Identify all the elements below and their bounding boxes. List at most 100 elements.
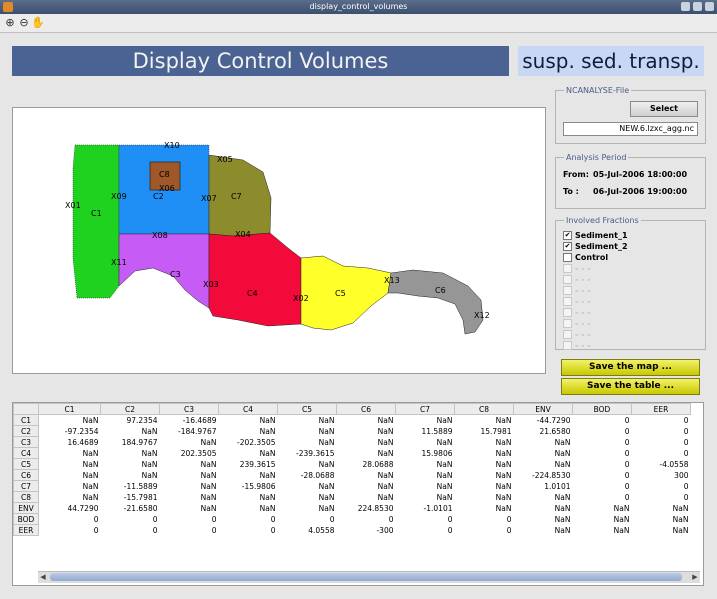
transport-table[interactable]: C1 C2 C3 C4 C5 C6 C7 C8 ENV BOD EER C1 NaN 97.2354 -1… xyxy=(12,402,704,586)
table-cell[interactable]: NaN xyxy=(573,503,632,514)
table-cell[interactable]: NaN xyxy=(514,492,573,503)
select-file-button[interactable]: Select xyxy=(630,101,698,117)
fraction-item[interactable]: - - - xyxy=(563,263,591,273)
fraction-checkbox[interactable] xyxy=(563,329,572,339)
table-cell[interactable]: 0 xyxy=(573,415,632,426)
table-cell[interactable]: 0 xyxy=(39,514,101,525)
table-cell[interactable]: 0 xyxy=(632,492,691,503)
table-cell[interactable]: NaN xyxy=(160,503,219,514)
table-cell[interactable]: NaN xyxy=(39,470,101,481)
map-cell-c3[interactable] xyxy=(118,233,210,309)
fraction-item[interactable]: ✔ Sediment_1 xyxy=(563,230,628,240)
table-cell[interactable]: NaN xyxy=(396,437,455,448)
table-cell[interactable]: NaN xyxy=(101,426,160,437)
table-cell[interactable]: NaN xyxy=(337,492,396,503)
table-cell[interactable]: 0 xyxy=(573,459,632,470)
table-cell[interactable]: NaN xyxy=(219,470,278,481)
fraction-checkbox[interactable] xyxy=(563,263,572,273)
fraction-item[interactable]: - - - xyxy=(563,274,591,284)
table-cell[interactable]: NaN xyxy=(39,459,101,470)
table-cell[interactable]: NaN xyxy=(278,481,337,492)
table-cell[interactable]: -44.7290 xyxy=(514,415,573,426)
table-cell[interactable]: -239.3615 xyxy=(278,448,337,459)
fraction-item[interactable]: - - - xyxy=(563,340,591,350)
table-cell[interactable]: 0 xyxy=(101,514,160,525)
table-cell[interactable]: 0 xyxy=(573,492,632,503)
map-cell-c1[interactable] xyxy=(72,144,120,299)
fraction-checkbox[interactable] xyxy=(563,274,572,284)
table-cell[interactable]: NaN xyxy=(396,470,455,481)
zoom-in-icon[interactable]: ⊕ xyxy=(3,16,17,30)
table-cell[interactable]: 15.9806 xyxy=(396,448,455,459)
table-cell[interactable]: NaN xyxy=(219,503,278,514)
table-cell[interactable]: -15.7981 xyxy=(101,492,160,503)
fraction-item[interactable]: ✔ Sediment_2 xyxy=(563,241,628,251)
scrollbar-thumb[interactable] xyxy=(50,573,682,581)
table-cell[interactable]: 239.3615 xyxy=(219,459,278,470)
table-cell[interactable]: 0 xyxy=(455,525,514,536)
table-cell[interactable]: 0 xyxy=(632,481,691,492)
fraction-checkbox[interactable]: ✔ xyxy=(563,241,572,251)
table-cell[interactable]: 0 xyxy=(573,437,632,448)
table-cell[interactable]: 0 xyxy=(219,514,278,525)
scroll-right-icon[interactable]: ▶ xyxy=(690,572,700,582)
table-cell[interactable]: NaN xyxy=(278,437,337,448)
fraction-item[interactable]: - - - xyxy=(563,285,591,295)
fraction-item[interactable]: - - - xyxy=(563,296,591,306)
table-cell[interactable]: NaN xyxy=(337,415,396,426)
table-cell[interactable]: 224.8530 xyxy=(337,503,396,514)
fraction-checkbox[interactable] xyxy=(563,252,572,262)
table-horizontal-scrollbar[interactable]: ◀ ▶ xyxy=(38,571,700,583)
fraction-checkbox[interactable] xyxy=(563,340,572,350)
map-cell-c4[interactable] xyxy=(208,232,302,327)
table-cell[interactable]: NaN xyxy=(514,525,573,536)
pan-hand-icon[interactable]: ✋ xyxy=(31,16,45,30)
table-cell[interactable]: 0 xyxy=(573,481,632,492)
table-cell[interactable]: NaN xyxy=(101,459,160,470)
table-cell[interactable]: NaN xyxy=(455,437,514,448)
table-cell[interactable]: NaN xyxy=(455,492,514,503)
table-cell[interactable]: NaN xyxy=(573,525,632,536)
save-table-button[interactable]: Save the table ... xyxy=(561,378,700,395)
table-cell[interactable]: NaN xyxy=(455,481,514,492)
table-cell[interactable]: 0 xyxy=(160,514,219,525)
table-cell[interactable]: 0 xyxy=(396,514,455,525)
table-cell[interactable]: NaN xyxy=(160,459,219,470)
table-cell[interactable]: -224.8530 xyxy=(514,470,573,481)
table-cell[interactable]: NaN xyxy=(632,525,691,536)
table-cell[interactable]: 0 xyxy=(632,426,691,437)
table-cell[interactable]: -21.6580 xyxy=(101,503,160,514)
table-cell[interactable]: NaN xyxy=(632,503,691,514)
table-cell[interactable]: 0 xyxy=(396,525,455,536)
table-cell[interactable]: 0 xyxy=(632,448,691,459)
table-cell[interactable]: NaN xyxy=(219,415,278,426)
fraction-item[interactable]: - - - xyxy=(563,318,591,328)
table-cell[interactable]: NaN xyxy=(396,415,455,426)
table-cell[interactable]: NaN xyxy=(101,448,160,459)
table-cell[interactable]: NaN xyxy=(455,448,514,459)
table-cell[interactable]: NaN xyxy=(39,492,101,503)
ncanalyse-file-field[interactable]: NEW.6.lzxc_agg.nc xyxy=(563,122,698,136)
table-cell[interactable]: NaN xyxy=(396,459,455,470)
table-cell[interactable]: -300 xyxy=(337,525,396,536)
table-cell[interactable]: 28.0688 xyxy=(337,459,396,470)
table-cell[interactable]: 0 xyxy=(573,470,632,481)
table-cell[interactable]: NaN xyxy=(337,481,396,492)
table-cell[interactable]: 0 xyxy=(573,426,632,437)
table-cell[interactable]: 0 xyxy=(337,514,396,525)
table-cell[interactable]: 0 xyxy=(160,525,219,536)
table-cell[interactable]: NaN xyxy=(337,426,396,437)
table-cell[interactable]: NaN xyxy=(160,481,219,492)
table-cell[interactable]: 0 xyxy=(455,514,514,525)
fraction-item[interactable]: - - - xyxy=(563,307,591,317)
table-cell[interactable]: NaN xyxy=(514,503,573,514)
table-cell[interactable]: NaN xyxy=(337,448,396,459)
table-cell[interactable]: 11.5889 xyxy=(396,426,455,437)
table-cell[interactable]: -16.4689 xyxy=(160,415,219,426)
table-cell[interactable]: NaN xyxy=(396,492,455,503)
table-cell[interactable]: -11.5889 xyxy=(101,481,160,492)
table-cell[interactable]: 0 xyxy=(39,525,101,536)
table-cell[interactable]: -202.3505 xyxy=(219,437,278,448)
table-cell[interactable]: NaN xyxy=(219,492,278,503)
table-cell[interactable]: NaN xyxy=(39,448,101,459)
